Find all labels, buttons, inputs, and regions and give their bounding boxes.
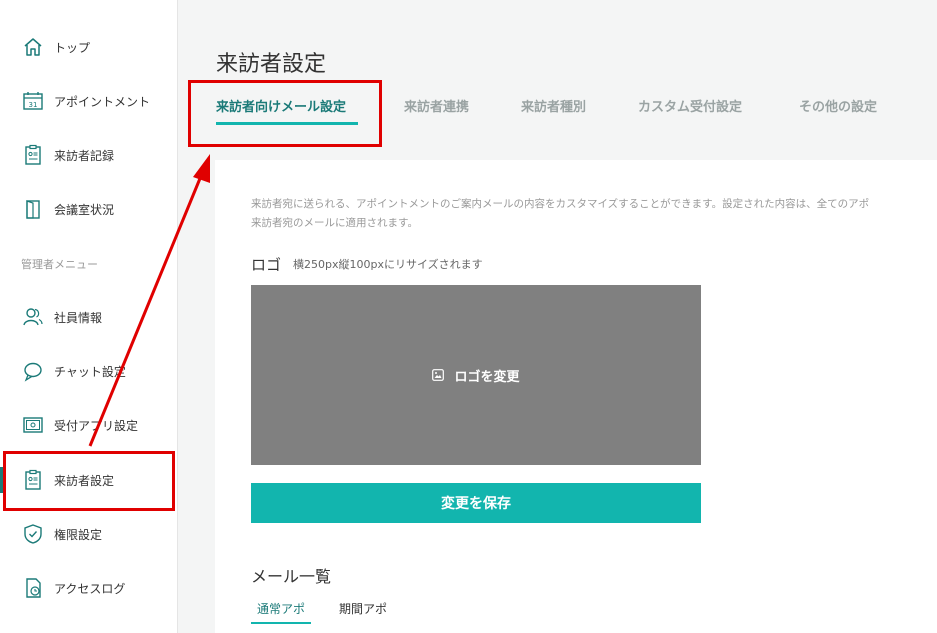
sidebar-item-label: アクセスログ	[54, 581, 126, 596]
calendar-icon: 31	[21, 89, 45, 113]
sidebar-item-permissions[interactable]: 権限設定	[0, 514, 178, 554]
sidebar-item-label: 社員情報	[54, 310, 103, 325]
sidebar-item-appointment[interactable]: 31 アポイントメント	[0, 81, 178, 121]
description-line: 来訪者宛のメールに適用されます。	[251, 217, 418, 229]
sidebar-item-label: 受付アプリ設定	[54, 418, 139, 433]
home-icon	[21, 35, 45, 59]
logo-resize-note: 横250px縦100pxにリサイズされます	[293, 258, 483, 271]
sidebar-item-label: チャット設定	[54, 364, 126, 379]
tab-visitor-types[interactable]: 来訪者種別	[521, 96, 586, 115]
subtab-period-appointment[interactable]: 期間アポ	[339, 600, 387, 617]
sidebar-section-admin-menu: 管理者メニュー	[21, 258, 98, 271]
sidebar-item-reception-app-settings[interactable]: 受付アプリ設定	[0, 405, 178, 445]
page-title: 来訪者設定	[216, 52, 327, 77]
svg-text:31: 31	[29, 101, 38, 109]
change-logo-button[interactable]: ロゴを変更	[432, 366, 520, 385]
subtab-regular-appointment[interactable]: 通常アポ	[257, 600, 305, 617]
users-icon	[21, 305, 45, 329]
mail-list-heading: メール一覧	[251, 567, 332, 586]
sidebar-item-label: 会議室状況	[54, 202, 115, 217]
active-subtab-underline	[251, 622, 311, 624]
clipboard-icon	[21, 143, 45, 167]
logo-upload-area[interactable]: ロゴを変更	[251, 285, 701, 465]
sidebar-item-chat-settings[interactable]: チャット設定	[0, 351, 178, 391]
tab-custom-reception[interactable]: カスタム受付設定	[638, 96, 742, 115]
logo-heading: ロゴ	[251, 256, 282, 274]
content-panel: 来訪者宛に送られる、アポイントメントのご案内メールの内容をカスタマイズすることが…	[215, 160, 937, 633]
sidebar: トップ 31 アポイントメント 来訪者記録 会議室状況 管理者メニュー 社員情報…	[0, 0, 178, 633]
shield-icon	[21, 522, 45, 546]
annotation-box-sidebar	[3, 451, 175, 511]
sidebar-item-employees[interactable]: 社員情報	[0, 297, 178, 337]
sidebar-item-partial[interactable]	[0, 622, 178, 633]
sidebar-item-label: 権限設定	[54, 527, 103, 542]
tablet-icon	[21, 413, 45, 437]
sidebar-item-top[interactable]: トップ	[0, 27, 178, 67]
sidebar-item-label: アポイントメント	[54, 94, 151, 109]
tab-visitor-integration[interactable]: 来訪者連携	[404, 96, 469, 115]
chat-icon	[21, 359, 45, 383]
save-changes-button[interactable]: 変更を保存	[251, 483, 701, 523]
description-text: 来訪者宛に送られる、アポイントメントのご案内メールの内容をカスタマイズすることが…	[251, 195, 937, 233]
sidebar-item-label: 来訪者記録	[54, 148, 115, 163]
annotation-box-tab	[188, 80, 382, 147]
sidebar-item-visitor-records[interactable]: 来訪者記録	[0, 135, 178, 175]
image-icon	[432, 369, 445, 381]
log-icon	[21, 576, 45, 600]
change-logo-label: ロゴを変更	[454, 369, 520, 385]
sidebar-item-access-log[interactable]: アクセスログ	[0, 568, 178, 608]
description-line: 来訪者宛に送られる、アポイントメントのご案内メールの内容をカスタマイズすることが…	[251, 198, 870, 210]
sidebar-item-meeting-rooms[interactable]: 会議室状況	[0, 189, 178, 229]
tab-other-settings[interactable]: その他の設定	[799, 96, 877, 115]
door-icon	[21, 197, 45, 221]
sidebar-item-label: トップ	[54, 40, 91, 55]
